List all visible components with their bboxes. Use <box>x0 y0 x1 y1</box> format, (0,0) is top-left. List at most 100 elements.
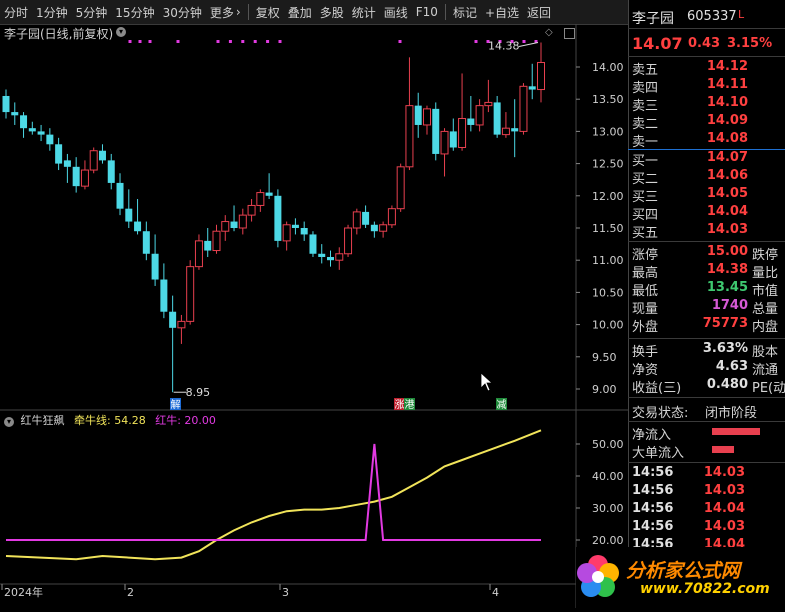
stat2-ext-label: PE(动 <box>752 381 785 396</box>
stat-ext-label: 市值 <box>752 284 779 299</box>
candle-body <box>63 160 71 167</box>
settings-diamond-icon[interactable]: ◇ <box>545 27 554 38</box>
candle-body <box>501 127 510 136</box>
chart-title: 李子园(日线,前复权) <box>4 27 114 41</box>
kline-chart[interactable]: 14.00 13.50 13.00 12.50 12.00 11.50 11.00 10.50… <box>0 24 628 608</box>
ask-price: 14.09 <box>706 113 748 128</box>
candle-body <box>107 160 115 183</box>
more-chevron-icon[interactable]: › <box>234 5 245 19</box>
bid-label: 买一 <box>632 154 659 169</box>
candle-body <box>291 224 299 228</box>
bid-label: 买三 <box>632 190 659 205</box>
stat-row: 涨停 15.00 跌停 <box>629 244 785 263</box>
price-change-pct: 3.15% <box>727 36 773 51</box>
candle-body <box>238 214 247 229</box>
stat2-label: 换手 <box>632 345 659 360</box>
candle-body <box>221 221 230 232</box>
bid-price: 14.03 <box>706 222 748 237</box>
low-label: 8.95 <box>186 386 211 399</box>
candle-body <box>2 95 10 113</box>
indicator-chevron-icon[interactable]: ▾ <box>4 417 14 427</box>
toolbar-btn-4[interactable]: 30分钟 <box>159 4 206 21</box>
toolbar-btn-0[interactable]: 分时 <box>0 4 32 21</box>
candle-body <box>46 134 54 145</box>
stock-code: 605337 <box>687 9 737 24</box>
toolbar-btn-12[interactable]: 标记 <box>449 4 481 21</box>
toolbar-btn-9[interactable]: 统计 <box>348 4 380 21</box>
stat-value: 1740 <box>711 298 748 313</box>
candle-body <box>80 169 89 187</box>
candle-body <box>98 150 106 161</box>
stat-label: 最低 <box>632 284 659 299</box>
candle-body <box>72 166 80 187</box>
candle-body <box>89 150 98 171</box>
stat2-ext-label: 流通 <box>752 363 779 378</box>
quote-panel: 李子园 605337 L 14.07 0.43 3.15% 卖五 14.12 卖四 14.11 卖三… <box>628 0 785 608</box>
stat2-ext-label: 股本 <box>752 345 779 360</box>
toolbar-btn-7[interactable]: 叠加 <box>284 4 316 21</box>
tick-row: 14:56 14.04 <box>629 501 785 519</box>
event-tag-text: 解 <box>171 398 181 411</box>
flow-bar <box>712 446 734 453</box>
tick-price: 14.03 <box>703 465 745 480</box>
ask-label: 卖二 <box>632 117 659 132</box>
hongniu-line <box>6 443 541 541</box>
candle-body <box>458 118 467 148</box>
chart-titlebar: 李子园(日线,前复权) ▾ <box>0 24 628 42</box>
panel-separator <box>628 56 785 57</box>
candle-body <box>422 108 431 126</box>
stat2-value: 0.480 <box>706 377 748 392</box>
tick-row: 14:56 14.03 <box>629 483 785 501</box>
toolbar-btn-5[interactable]: 更多 <box>206 4 234 21</box>
restore-window-icon[interactable] <box>564 28 575 39</box>
y-tick-label: 12.50 <box>592 158 624 171</box>
flow-label: 净流入 <box>632 428 672 443</box>
candle-body <box>55 144 63 164</box>
toolbar-btn-2[interactable]: 5分钟 <box>72 4 112 21</box>
y-tick-label: 9.00 <box>592 383 617 396</box>
candle-body <box>116 182 124 209</box>
candle-body <box>142 231 150 254</box>
price-change: 0.43 <box>688 36 721 51</box>
stat2-label: 净资 <box>632 363 659 378</box>
indicator-line1-label: 牵牛线: 54.28 <box>74 414 146 427</box>
bid-price: 14.06 <box>706 168 748 183</box>
tick-price: 14.03 <box>703 519 745 534</box>
toolbar-btn-13[interactable]: +自选 <box>481 4 523 21</box>
flow-bar <box>712 428 760 435</box>
toolbar-btn-8[interactable]: 多股 <box>316 4 348 21</box>
period-toolbar: 分时 1分钟 5分钟 15分钟 30分钟 更多 › 复权 叠加 多股 统计 画线 F10 标记 +自选 返回 <box>0 0 628 25</box>
chevron-down-icon[interactable]: ▾ <box>116 27 126 37</box>
toolbar-btn-10[interactable]: 画线 <box>380 4 412 21</box>
logo-text: 分析家公式网 <box>626 560 741 582</box>
candle-body <box>511 128 519 132</box>
stat-row: 外盘 75773 内盘 <box>629 316 785 335</box>
y-tick-label: 13.00 <box>592 125 624 138</box>
toolbar-btn-1[interactable]: 1分钟 <box>32 4 72 21</box>
candle-body <box>396 166 405 210</box>
ask-price: 14.08 <box>706 131 748 146</box>
toolbar-btn-11[interactable]: F10 <box>412 5 442 19</box>
ask-price: 14.11 <box>706 77 748 92</box>
toolbar-separator <box>444 4 446 20</box>
indicator-line2-label: 红牛: 20.00 <box>155 414 216 427</box>
flow-label: 大单流入 <box>632 446 685 461</box>
candle-body <box>212 230 221 252</box>
ask-row: 卖一 14.08 <box>629 131 785 150</box>
stat-label: 外盘 <box>632 320 659 335</box>
candle-body <box>274 195 282 241</box>
candle-body <box>194 240 203 268</box>
candle-body <box>327 256 335 261</box>
y-tick-label: 9.50 <box>592 351 617 364</box>
toolbar-btn-6[interactable]: 复权 <box>252 4 284 21</box>
toolbar-btn-14[interactable]: 返回 <box>523 4 555 21</box>
tick-time: 14:56 <box>632 501 674 516</box>
stat-ext-label: 跌停 <box>752 248 779 263</box>
toolbar-btn-3[interactable]: 15分钟 <box>111 4 158 21</box>
candle-body <box>440 130 449 155</box>
panel-separator <box>628 397 785 398</box>
tick-price: 14.03 <box>703 483 745 498</box>
candle-body <box>256 192 265 206</box>
toolbar-separator <box>247 4 249 20</box>
stat2-row: 收益(三) 0.480 PE(动 <box>629 377 785 396</box>
